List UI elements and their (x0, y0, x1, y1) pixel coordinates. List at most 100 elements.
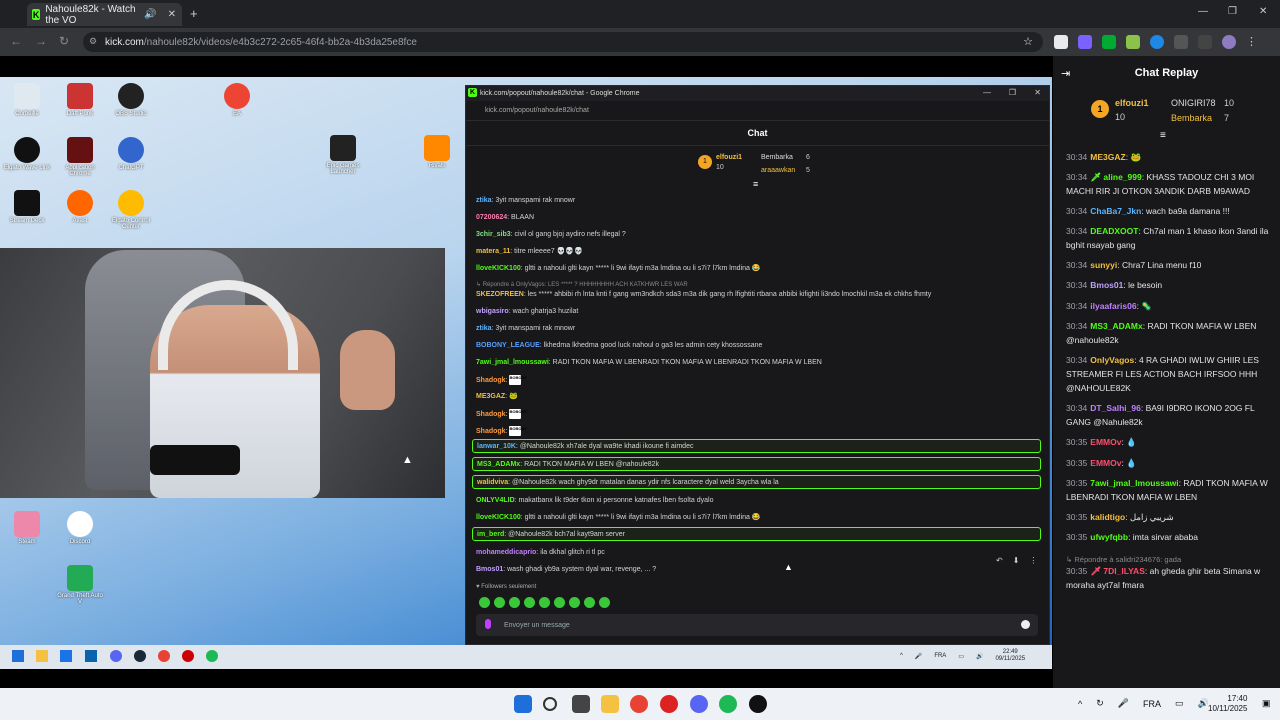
network-icon[interactable]: ▭ (1175, 698, 1184, 709)
more-icon[interactable]: ⋮ (1029, 556, 1037, 565)
replay-username[interactable]: 🗡 7DI_ILYAS (1090, 566, 1145, 576)
app-icon[interactable] (749, 695, 767, 713)
search-icon[interactable] (543, 697, 557, 711)
replay-username[interactable]: 7awi_jmal_lmoussawi (1090, 478, 1178, 488)
minimize-icon[interactable]: — (1198, 6, 1208, 17)
tab-audio-icon[interactable]: 🔊 (144, 9, 156, 20)
extension-icon[interactable] (1150, 35, 1164, 49)
chat-username[interactable]: BOBONY_LEAGUE (476, 342, 540, 349)
chat-username[interactable]: lloveKICK100 (476, 265, 521, 272)
notification-icon[interactable]: ▣ (1262, 698, 1271, 709)
emote-icon[interactable] (569, 597, 580, 608)
profile-avatar[interactable] (1222, 35, 1236, 49)
chat-username[interactable]: ↳ Répondre à OnlyVagos: LES ***** ? HHHH… (476, 282, 688, 288)
bookmark-star-icon[interactable]: ☆ (1023, 35, 1033, 48)
forward-icon[interactable]: → (35, 34, 47, 48)
replay-username[interactable]: 🗡 aline_999 (1090, 172, 1141, 182)
chat-username[interactable]: Shadogk (476, 377, 506, 384)
chat-username[interactable]: lloveKICK100 (476, 514, 521, 521)
chat-username[interactable]: Bmos01 (476, 566, 503, 573)
emote-icon[interactable] (524, 597, 535, 608)
undo-icon[interactable]: ↶ (996, 556, 1003, 565)
chat-username[interactable]: Shadogk (476, 411, 506, 418)
replay-username[interactable]: DEADXOOT (1090, 226, 1138, 236)
extension-icon[interactable] (1054, 35, 1068, 49)
app-icon[interactable] (660, 695, 678, 713)
popout-maximize-icon[interactable]: ❐ (1009, 88, 1016, 97)
chat-message-input[interactable]: Envoyer un message (476, 614, 1038, 636)
chat-username[interactable]: SKEZOFREEN (476, 291, 524, 298)
replay-username[interactable]: MS3_ADAMx (1090, 321, 1142, 331)
popout-close-icon[interactable]: ✕ (1034, 88, 1041, 97)
emote-icon[interactable] (584, 597, 595, 608)
expand-leaderboard-icon[interactable]: ≡ (1160, 130, 1166, 141)
replay-username[interactable]: sunyyi (1090, 260, 1117, 270)
spotify-icon[interactable] (719, 695, 737, 713)
replay-username[interactable]: EMMOv (1090, 437, 1121, 447)
language-indicator[interactable]: FRA (1143, 699, 1161, 709)
extension-icon[interactable] (1078, 35, 1092, 49)
replay-username[interactable]: OnlyVagos (1090, 355, 1134, 365)
expand-chevron-icon[interactable]: ≡ (753, 179, 758, 189)
microphone-icon[interactable]: 🎤 (1118, 698, 1129, 709)
popout-leaderboard: 1 elfouzi1 10 Bembarka 6 araaawkan 5 (696, 153, 836, 183)
windows-start-icon[interactable] (514, 695, 532, 713)
pin-icon[interactable]: ⬇ (1013, 556, 1020, 565)
replay-username[interactable]: ilyaafaris06 (1090, 301, 1136, 311)
extension-icon[interactable] (1126, 35, 1140, 49)
chat-username[interactable]: mohameddicaprio (476, 549, 536, 556)
extension-icon[interactable] (1102, 35, 1116, 49)
task-view-icon[interactable] (572, 695, 590, 713)
emote-icon[interactable] (539, 597, 550, 608)
emoji-icon[interactable] (1021, 620, 1030, 629)
chat-username[interactable]: ME3GAZ (476, 393, 505, 400)
menu-dots-icon[interactable]: ⋮ (1246, 35, 1257, 49)
reload-icon[interactable]: ↻ (59, 34, 69, 48)
replay-username[interactable]: ↳ Répondre à salidri234676: gada (1066, 555, 1181, 564)
emote-icon[interactable] (509, 597, 520, 608)
media-icon[interactable] (1198, 35, 1212, 49)
extensions-puzzle-icon[interactable] (1174, 35, 1188, 49)
emote-icon[interactable] (599, 597, 610, 608)
chat-username[interactable]: wbigasiro (476, 308, 509, 315)
file-explorer-icon[interactable] (601, 695, 619, 713)
close-window-icon[interactable]: ✕ (1259, 6, 1267, 17)
emote-icon[interactable] (554, 597, 565, 608)
site-info-icon[interactable]: ⚙ (89, 36, 97, 47)
microphone-icon[interactable] (485, 619, 491, 629)
replay-username[interactable]: ChaBa7_Jkn (1090, 206, 1141, 216)
replay-username[interactable]: EMMOv (1090, 458, 1121, 468)
maximize-icon[interactable]: ❐ (1228, 6, 1237, 17)
chat-username[interactable]: Shadogk (476, 428, 506, 435)
sync-icon[interactable]: ↻ (1096, 698, 1104, 709)
popout-minimize-icon[interactable]: — (983, 88, 991, 97)
replay-username[interactable]: ufwyfqbb (1090, 532, 1128, 542)
replay-username[interactable]: kalidtigo (1090, 512, 1125, 522)
replay-username[interactable]: ME3GAZ (1090, 152, 1125, 162)
chrome-icon[interactable] (630, 695, 648, 713)
url-bar[interactable]: ⚙ kick.com/nahoule82k/videos/e4b3c272-2c… (83, 32, 1043, 52)
chat-username[interactable]: MS3_ADAMx (477, 461, 520, 468)
chat-username[interactable]: im_berd (477, 531, 504, 538)
replay-username[interactable]: Bmos01 (1090, 280, 1123, 290)
chat-username[interactable]: 07200624 (476, 214, 507, 221)
browser-tab[interactable]: K Nahoule82k - Watch the VO 🔊 ✕ (27, 3, 182, 26)
chat-username[interactable]: matera_11 (476, 248, 510, 255)
emote-icon[interactable] (494, 597, 505, 608)
chat-username[interactable]: lanwar_10K (477, 443, 516, 450)
chat-username[interactable]: 7awi_jmal_lmoussawi (476, 359, 549, 366)
chat-username[interactable]: walidviva (477, 479, 508, 486)
chat-username[interactable]: ztika (476, 197, 492, 204)
new-tab-icon[interactable]: + (190, 6, 198, 21)
chat-username[interactable]: ONLYV4LID (476, 497, 515, 504)
chat-username[interactable]: 3chir_sib3 (476, 231, 511, 238)
chat-username[interactable]: ztika (476, 325, 492, 332)
os-clock[interactable]: 17:40 10/11/2025 (1208, 694, 1247, 714)
chat-message: SKEZOFREEN: les ***** ahbibi rh lnta knt… (476, 290, 1041, 299)
discord-icon[interactable] (690, 695, 708, 713)
tab-close-icon[interactable]: ✕ (168, 9, 176, 20)
replay-username[interactable]: DT_Salhi_96 (1090, 403, 1141, 413)
emote-icon[interactable] (479, 597, 490, 608)
back-icon[interactable]: ← (10, 34, 22, 48)
tray-chevron-icon[interactable]: ^ (1078, 699, 1082, 709)
